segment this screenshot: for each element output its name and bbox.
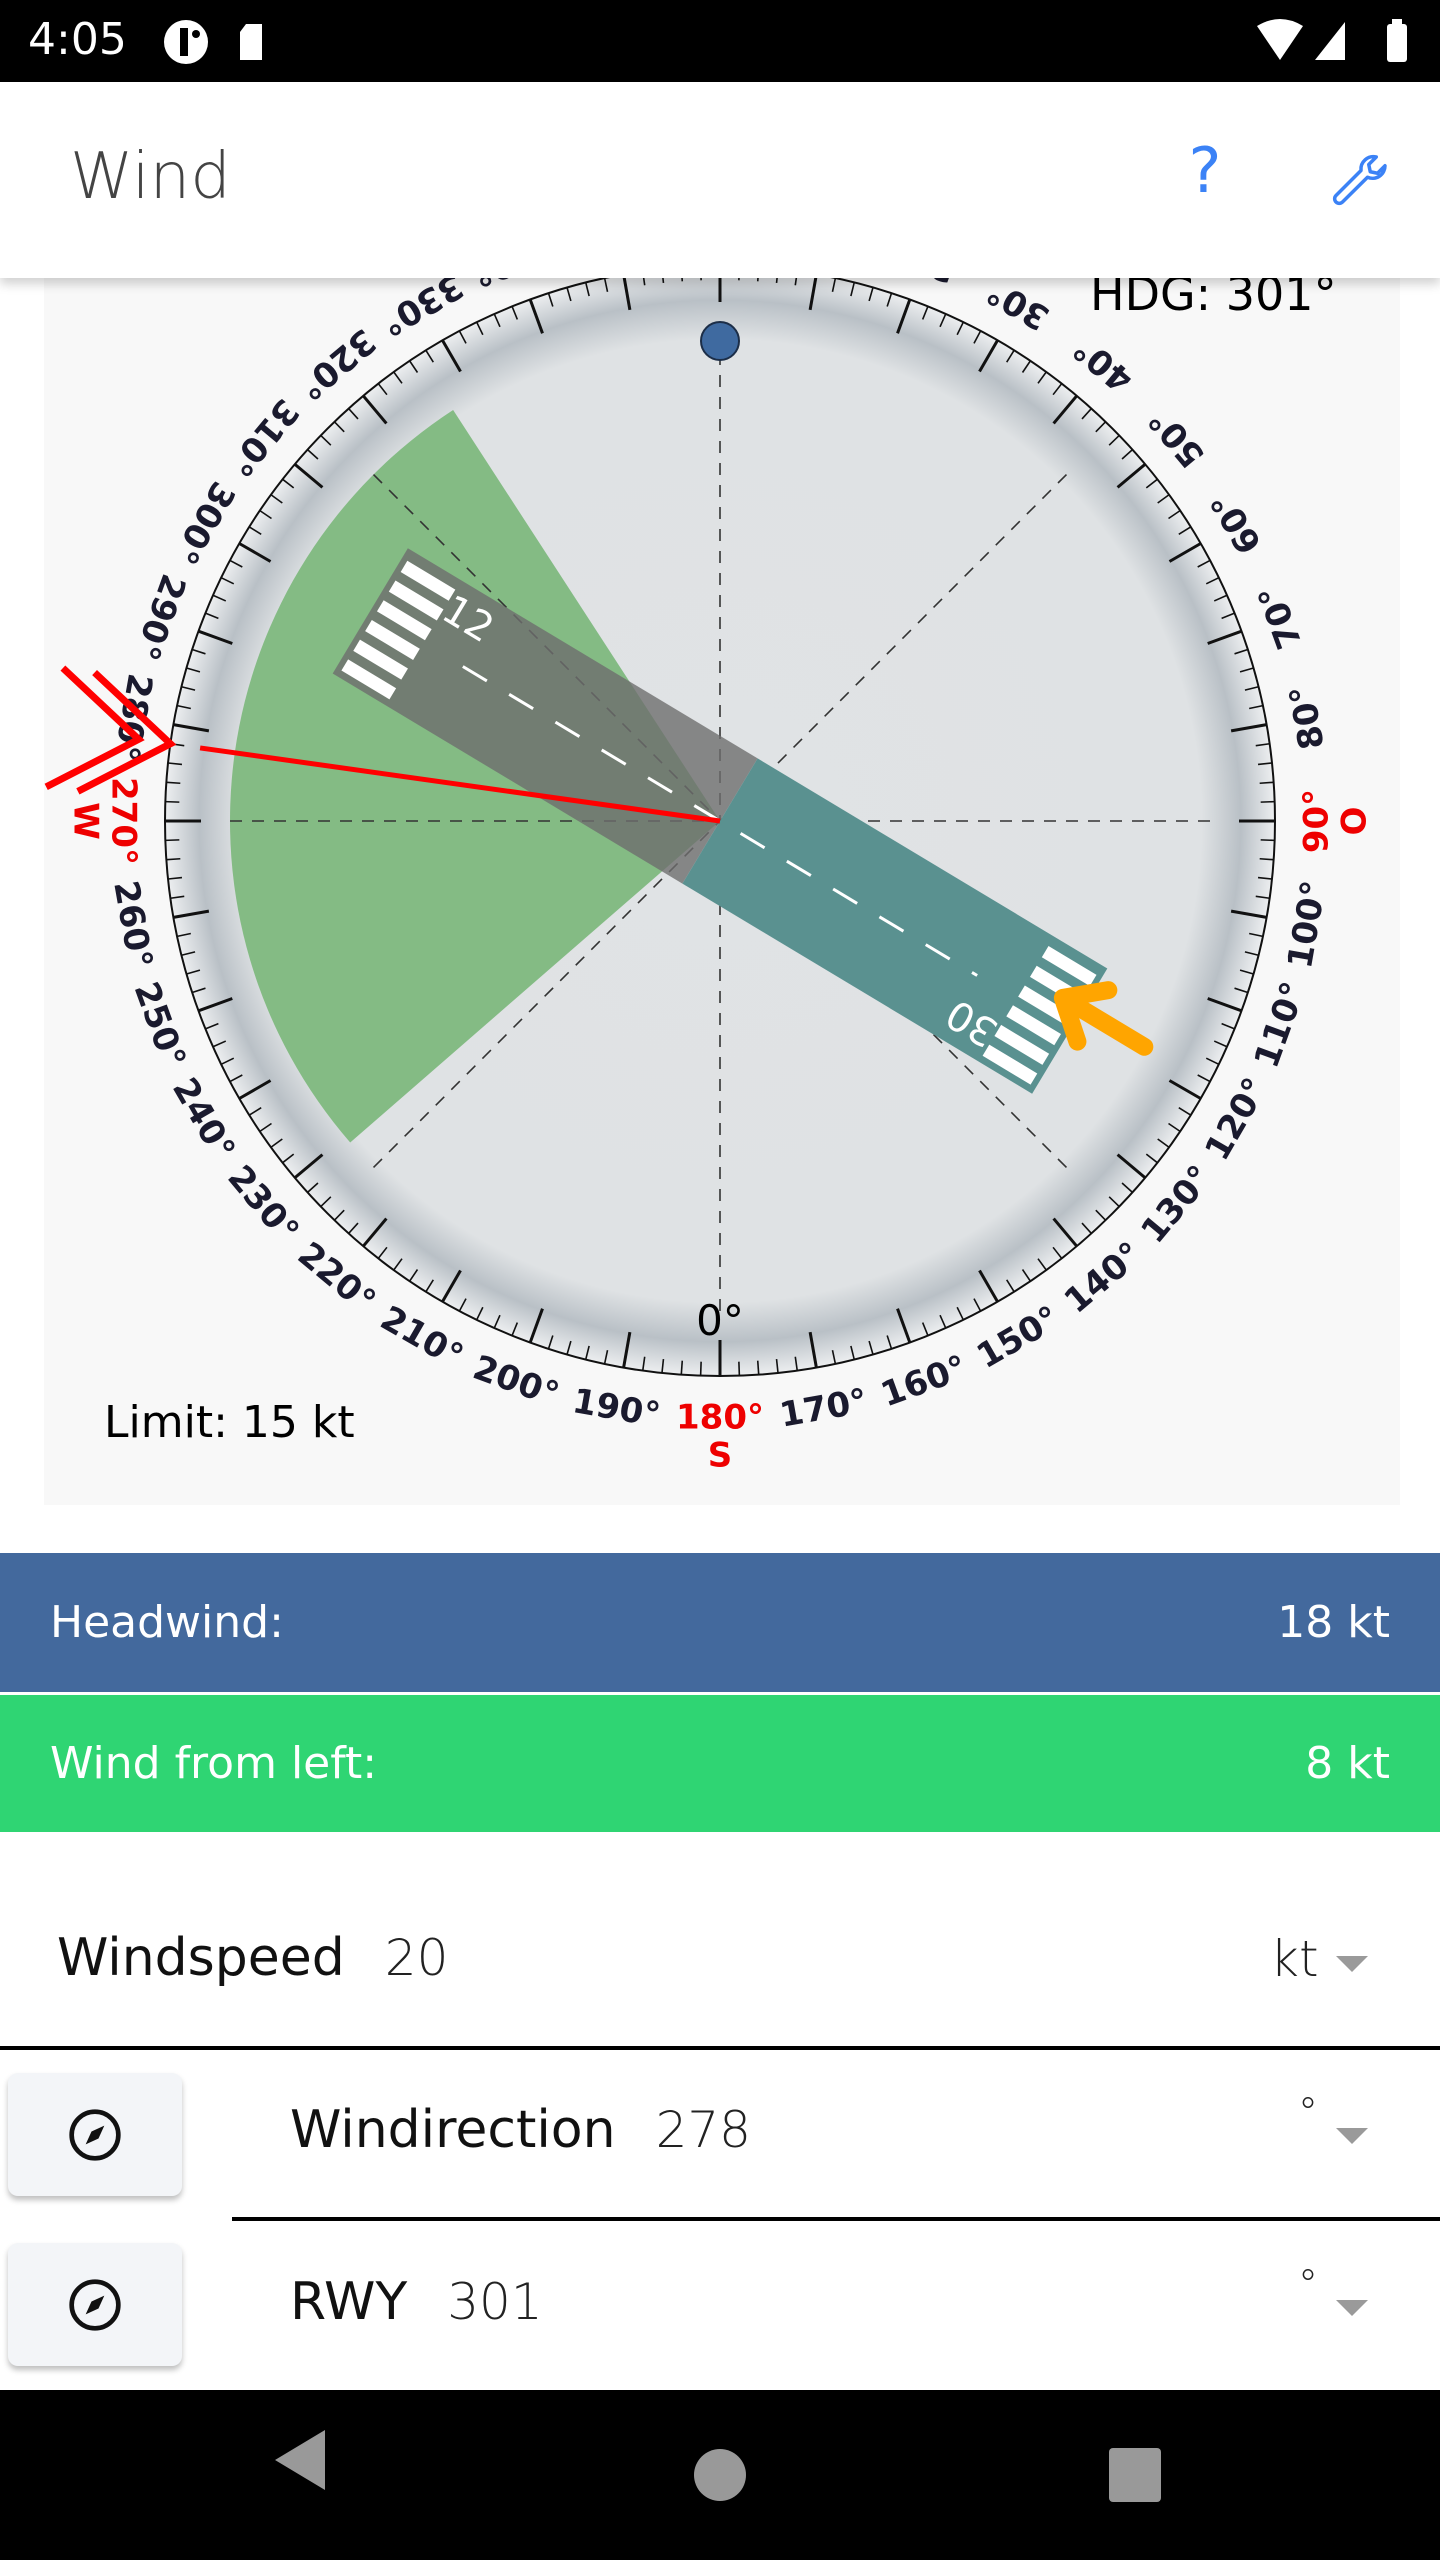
winddirection-unit-select[interactable]: ° [1298, 2090, 1318, 2136]
recents-icon[interactable] [1109, 2448, 1161, 2502]
runway-unit-select[interactable]: ° [1298, 2262, 1318, 2308]
compass-label: 150° [970, 1298, 1066, 1377]
compass-icon [67, 2277, 123, 2333]
cardinal-label: W [66, 802, 106, 840]
chevron-down-icon[interactable] [1336, 1956, 1368, 1972]
compass-label: 200° [468, 1348, 564, 1416]
winddirection-input[interactable]: Windirection 278 [290, 2100, 751, 2160]
tick [166, 782, 180, 783]
compass-label: 90° [1297, 789, 1337, 853]
compass-label: 240° [164, 1071, 243, 1167]
windspeed-unit-select[interactable]: kt [1270, 1930, 1319, 1988]
status-bar: 4:05 [0, 0, 1440, 82]
windspeed-input[interactable]: Windspeed 20 [57, 1928, 448, 1988]
compass-label: 250° [126, 977, 194, 1073]
chevron-down-icon[interactable] [1336, 2300, 1368, 2316]
tick [166, 859, 180, 860]
wrench-icon[interactable] [1330, 152, 1390, 212]
system-icons [1255, 16, 1425, 66]
winddirection-value[interactable]: 278 [656, 2101, 751, 2159]
runway-input[interactable]: RWY 301 [290, 2272, 543, 2332]
compass-icon [67, 2107, 123, 2163]
headwind-value: 18 kt [1277, 1597, 1390, 1648]
compass-label: 60° [1203, 485, 1270, 561]
status-time: 4:05 [28, 14, 127, 65]
divider [0, 2046, 1440, 2050]
crosswind-label: Wind from left: [50, 1738, 377, 1789]
help-button[interactable]: ? [1180, 134, 1230, 207]
compass-label: 290° [126, 569, 194, 665]
tick [1260, 859, 1274, 860]
compass-label: 190° [570, 1381, 664, 1436]
compass-button-runway[interactable] [8, 2243, 182, 2366]
limit-label: Limit: 15 kt [104, 1397, 355, 1448]
compass-label: 70° [1251, 580, 1311, 654]
tick [758, 1361, 759, 1375]
compass-label: 50° [1141, 400, 1213, 475]
compass-label: 80° [1282, 682, 1333, 752]
compass-label: 270° [104, 777, 144, 865]
winddirection-label: Windirection [290, 2100, 616, 2160]
wifi-icon [1257, 19, 1303, 60]
compass-label: 40° [1066, 328, 1141, 400]
runway-label: RWY [290, 2272, 407, 2332]
tick [1260, 782, 1274, 783]
headwind-bar: Headwind: 18 kt [0, 1553, 1440, 1692]
navigation-bar [0, 2390, 1440, 2560]
runway-value[interactable]: 301 [447, 2273, 542, 2331]
compass-label: 260° [105, 878, 160, 972]
back-icon[interactable] [275, 2430, 325, 2490]
app-bar: Wind ? [0, 82, 1440, 278]
crosswind-value: 8 kt [1305, 1738, 1390, 1789]
compass-label: 170° [777, 1381, 871, 1436]
divider [232, 2217, 1440, 2221]
cardinal-label: S [708, 1436, 733, 1476]
compass-label: 110° [1247, 977, 1315, 1073]
chevron-down-icon[interactable] [1336, 2128, 1368, 2144]
headwind-label: Headwind: [50, 1597, 284, 1648]
compass-button-winddirection[interactable] [8, 2073, 182, 2196]
center-label: 0° [696, 1296, 744, 1345]
compass-label: 300° [164, 475, 243, 571]
windspeed-label: Windspeed [57, 1928, 345, 1988]
battery-icon [1387, 24, 1407, 62]
compass-label: 120° [1197, 1071, 1276, 1167]
compass-label: 160° [876, 1348, 972, 1416]
wind-compass[interactable]: 1230 10°20°30°40°50°60°70°80°90°O100°110… [44, 240, 1400, 1505]
crosswind-bar: Wind from left: 8 kt [0, 1695, 1440, 1832]
compass-label: 30° [980, 271, 1056, 338]
windspeed-value[interactable]: 20 [385, 1929, 449, 1987]
tick [681, 1361, 682, 1375]
home-icon[interactable] [694, 2449, 746, 2501]
compass-label: 100° [1280, 878, 1335, 972]
compass-label: 210° [374, 1298, 470, 1377]
cardinal-label: O [1335, 807, 1375, 836]
compass-label: 180° [676, 1398, 764, 1438]
compass-svg: 1230 10°20°30°40°50°60°70°80°90°O100°110… [44, 240, 1400, 1505]
page-title: Wind [70, 140, 231, 214]
notification-icons [160, 18, 290, 66]
signal-icon [1315, 22, 1345, 60]
heading-marker [701, 322, 739, 360]
